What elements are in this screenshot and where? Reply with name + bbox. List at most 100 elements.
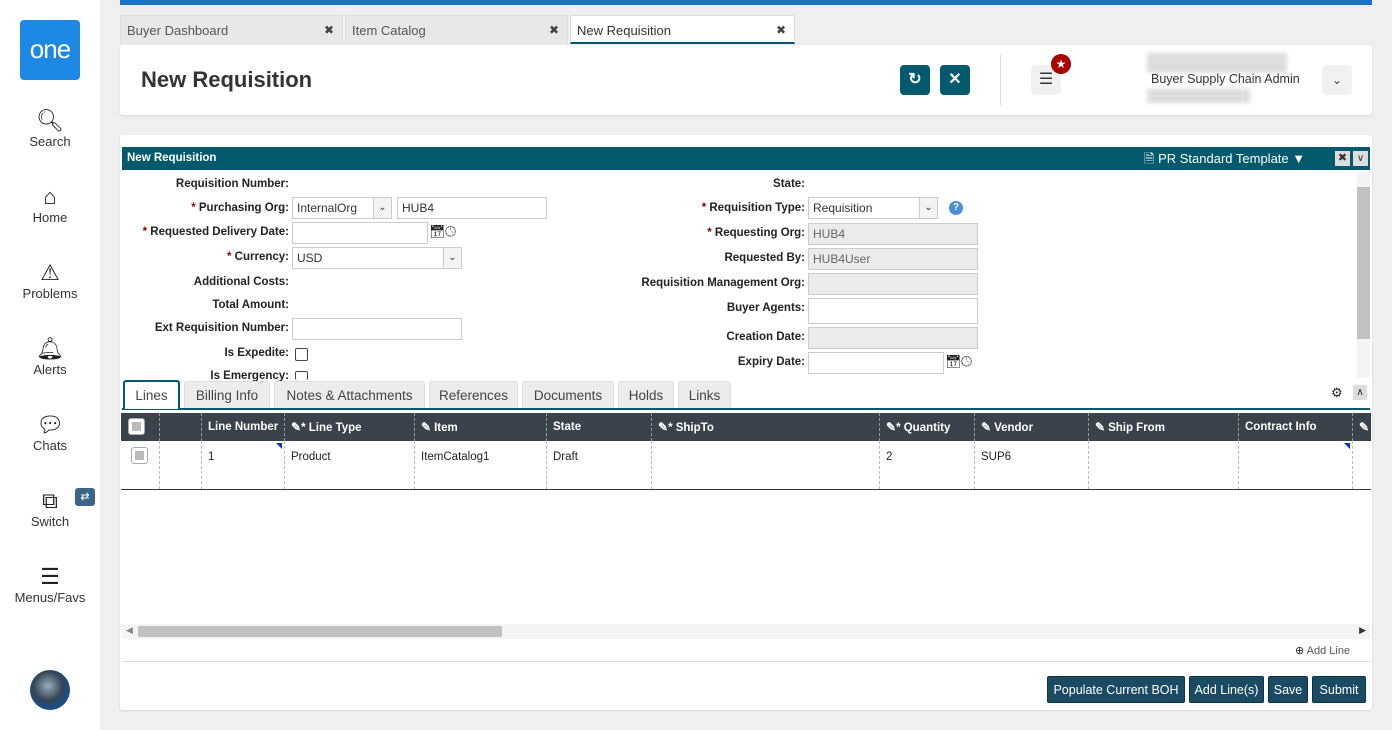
add-line-label: Add Line [1306, 645, 1351, 657]
cell-quantity[interactable]: 2 [880, 441, 975, 489]
purchasing-org-type-select[interactable]: InternalOrg ⌄ [292, 197, 392, 219]
tab-references[interactable]: References [429, 381, 518, 408]
required-mark: * [701, 202, 707, 214]
ext-requisition-number-input[interactable] [292, 318, 462, 340]
panel-collapse-icon[interactable]: ∨ [1353, 151, 1368, 166]
select-all-checkbox[interactable] [128, 418, 145, 435]
refresh-button[interactable]: ↻ [900, 65, 930, 95]
ext-requisition-number-label: Ext Requisition Number: [154, 322, 289, 334]
delivery-date-label: * Requested Delivery Date: [143, 226, 289, 238]
header-vendor[interactable]: ✎ Vendor [975, 413, 1089, 441]
tab-billing-info[interactable]: Billing Info [184, 381, 270, 408]
nav-alerts[interactable]: 🔔︎ Alerts [0, 336, 100, 377]
switch-arrows-icon[interactable]: ⇄ [75, 488, 95, 506]
panel-close-icon[interactable]: ✖ [1335, 151, 1350, 166]
tab-lines[interactable]: Lines [123, 380, 180, 409]
edit-icon: ✎ [1359, 420, 1370, 434]
tab-links[interactable]: Links [678, 381, 731, 408]
document-icon: 🗎︎ [1144, 151, 1155, 166]
nav-label: Problems [22, 286, 78, 301]
cell-ship-from[interactable] [1089, 441, 1239, 489]
cell-shipto[interactable] [652, 441, 880, 489]
tab-buyer-dashboard[interactable]: Buyer Dashboard ✖ [120, 15, 343, 44]
header-state[interactable]: State [547, 413, 652, 441]
collapse-up-icon[interactable]: ∧ [1353, 385, 1367, 400]
purchasing-org-input[interactable]: HUB4 [397, 197, 547, 219]
currency-label: * Currency: [227, 251, 289, 263]
template-selector[interactable]: 🗎︎ PR Standard Template ▼ [1144, 150, 1305, 172]
cell-contract-info[interactable] [1239, 441, 1353, 489]
currency-select[interactable]: USD ⌄ [292, 247, 462, 269]
app-logo[interactable]: one [20, 20, 80, 80]
select-value: USD [297, 251, 323, 265]
nav-chats[interactable]: 💬︎ Chats [0, 412, 100, 453]
cell-line-type[interactable]: Product [285, 441, 415, 489]
header-line-number[interactable]: Line Number [202, 413, 285, 441]
close-icon[interactable]: ✖ [549, 16, 559, 45]
populate-current-boh-button[interactable]: Populate Current BOH [1047, 676, 1185, 703]
buyer-agents-input[interactable] [808, 298, 978, 324]
search-icon: 🔍︎ [36, 108, 64, 133]
header-contract-info[interactable]: Contract Info [1239, 413, 1353, 441]
is-emergency-checkbox[interactable] [295, 371, 308, 380]
user-avatar[interactable] [30, 670, 70, 710]
add-line-link[interactable]: ⊕ Add Line [1295, 644, 1350, 657]
delivery-date-input[interactable] [292, 222, 428, 244]
clock-icon[interactable]: 🕓︎ [445, 223, 456, 240]
header-item[interactable]: ✎ Item [415, 413, 547, 441]
row-checkbox[interactable] [131, 447, 148, 464]
select-value: InternalOrg [297, 201, 358, 215]
requisition-type-select[interactable]: Requisition ⌄ [808, 197, 938, 219]
header-quantity[interactable]: ✎* Quantity [880, 413, 975, 441]
tab-item-catalog[interactable]: Item Catalog ✖ [345, 15, 568, 44]
edit-required-icon: ✎* [291, 420, 306, 434]
tab-holds[interactable]: Holds [618, 381, 674, 408]
form-scrollbar[interactable] [1357, 172, 1370, 378]
scroll-left-icon[interactable]: ◀ [126, 625, 133, 636]
edit-required-icon: ✎* [886, 420, 901, 434]
header-more: ✎ [1353, 413, 1371, 441]
is-expedite-label: Is Expedite: [224, 347, 289, 359]
divider [1000, 55, 1001, 105]
cell-vendor[interactable]: SUP6 [975, 441, 1089, 489]
requesting-org-label: * Requesting Org: [707, 227, 805, 239]
scroll-right-icon[interactable]: ▶ [1359, 625, 1366, 636]
tab-label: Item Catalog [352, 23, 426, 38]
header-shipto[interactable]: ✎* ShipTo [652, 413, 880, 441]
grid-settings-icon[interactable]: ⚙ [1331, 385, 1343, 401]
nav-search[interactable]: 🔍︎ Search [0, 108, 100, 149]
is-expedite-checkbox[interactable] [295, 348, 308, 361]
user-name-redacted [1147, 53, 1287, 73]
close-icon[interactable]: ✖ [776, 16, 786, 45]
close-button[interactable]: ✕ [940, 65, 970, 95]
tab-new-requisition[interactable]: New Requisition ✖ [570, 15, 795, 44]
submit-button[interactable]: Submit [1312, 676, 1366, 703]
user-menu-chevron[interactable]: ⌄ [1322, 65, 1352, 95]
calendar-icon[interactable]: 📅︎ [429, 224, 446, 240]
header-line-type[interactable]: ✎* Line Type [285, 413, 415, 441]
calendar-icon[interactable]: 📅︎ [945, 354, 962, 370]
tab-documents[interactable]: Documents [522, 381, 614, 408]
top-accent-bar [120, 0, 1372, 5]
close-icon[interactable]: ✖ [324, 16, 334, 45]
cell-line-number[interactable]: 1 [202, 441, 285, 489]
add-lines-button[interactable]: Add Line(s) [1189, 676, 1264, 703]
header-ship-from[interactable]: ✎ Ship From [1089, 413, 1239, 441]
horizontal-scrollbar[interactable]: ◀ ▶ [122, 624, 1370, 639]
nav-problems[interactable]: ⚠ Problems [0, 260, 100, 301]
nav-menus-favs[interactable]: ☰ Menus/Favs [0, 564, 100, 605]
expiry-date-input[interactable] [808, 352, 944, 374]
help-icon[interactable]: ? [949, 201, 963, 215]
expiry-date-label: Expiry Date: [737, 356, 805, 368]
scrollbar-thumb[interactable] [138, 626, 502, 637]
requisition-number-label: Requisition Number: [175, 178, 289, 190]
cell-item[interactable]: ItemCatalog1 [415, 441, 547, 489]
nav-label: Switch [30, 514, 70, 529]
label-text: Requested Delivery Date: [150, 226, 289, 238]
clock-icon[interactable]: 🕓︎ [961, 353, 972, 370]
tab-notes-attachments[interactable]: Notes & Attachments [274, 381, 425, 408]
user-org-redacted [1147, 89, 1250, 103]
nav-home[interactable]: ⌂ Home [0, 184, 100, 225]
corner-marker [276, 443, 282, 449]
save-button[interactable]: Save [1268, 676, 1308, 703]
